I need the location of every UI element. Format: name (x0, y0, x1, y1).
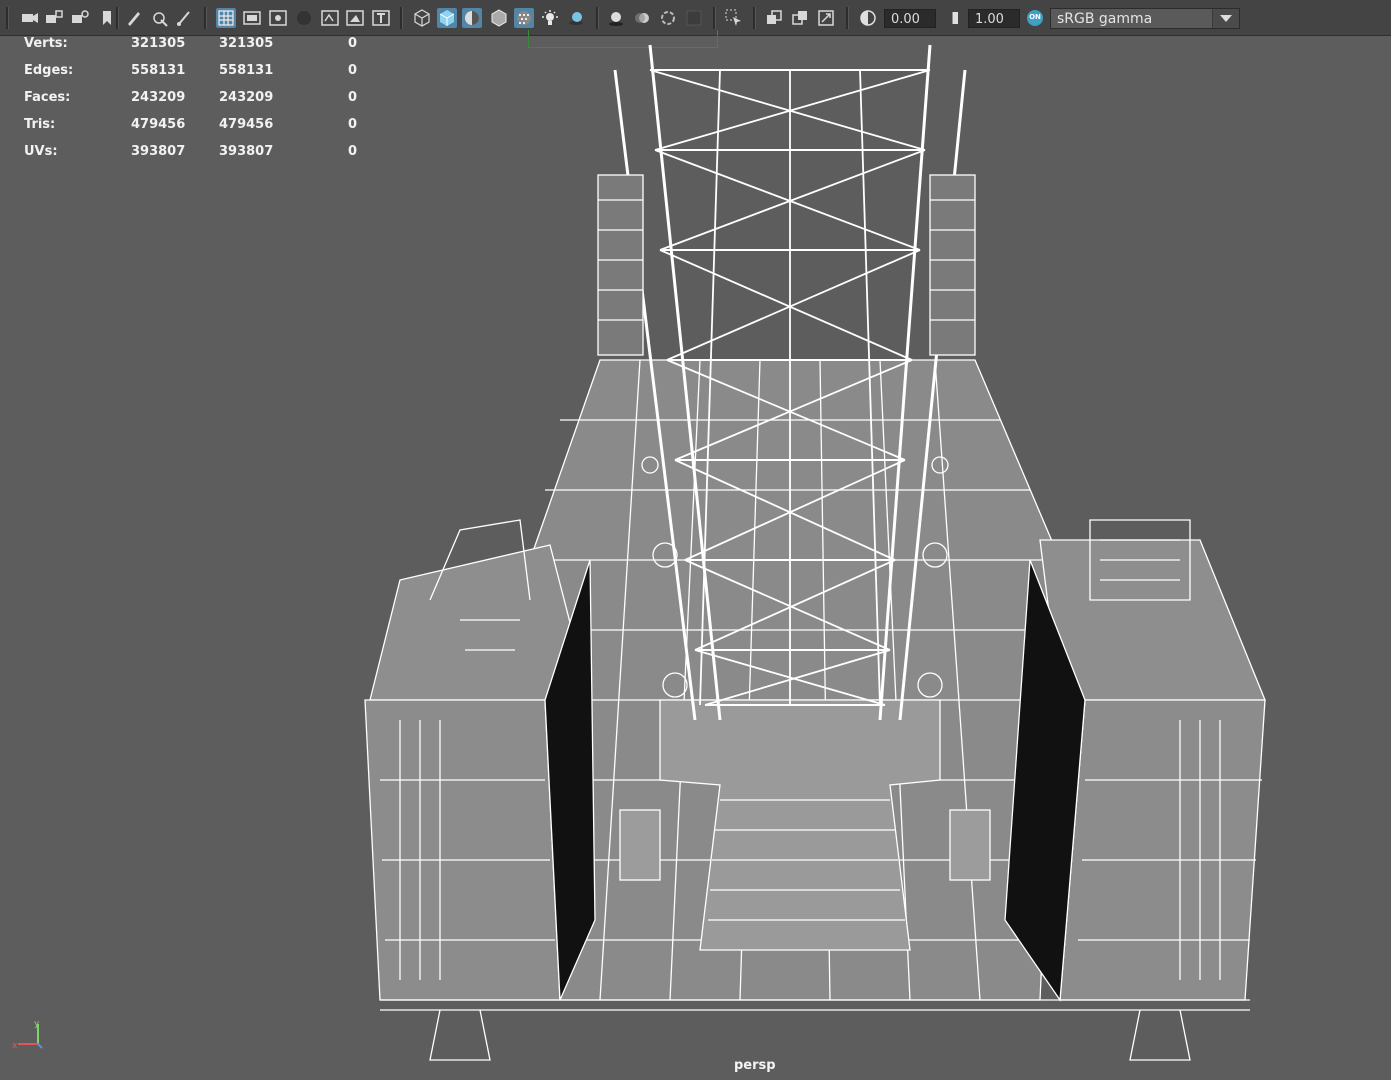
isolate-icon[interactable] (764, 8, 784, 28)
left-tower-module (597, 174, 644, 356)
lights-icon[interactable] (540, 8, 560, 28)
safe-action-icon[interactable] (345, 8, 365, 28)
exposure-field[interactable]: 0.00 (884, 9, 936, 28)
safe-title-icon[interactable] (371, 8, 391, 28)
xray-icon[interactable] (790, 8, 810, 28)
bottom-frame (380, 999, 1250, 1061)
crate-left (619, 809, 661, 881)
shadows-icon[interactable] (566, 8, 586, 28)
crate-right (949, 809, 991, 881)
toolbar-separator (846, 7, 849, 29)
depth-of-field-icon[interactable] (684, 8, 704, 28)
toolbar-separator (400, 7, 403, 29)
left-box-front (364, 699, 561, 1001)
toolbar-separator (753, 7, 756, 29)
field-chart-icon[interactable] (320, 8, 340, 28)
film-gate-icon[interactable] (242, 8, 262, 28)
gate-mask-icon[interactable] (294, 8, 314, 28)
camera-attr-icon[interactable] (70, 8, 90, 28)
toolbar-separator (713, 7, 716, 29)
resolution-gate-icon[interactable] (268, 8, 288, 28)
anti-alias-icon[interactable] (658, 8, 678, 28)
grease-pencil-icon[interactable] (150, 8, 170, 28)
chevron-down-icon[interactable] (1212, 9, 1239, 28)
axis-y-label: y (34, 1019, 40, 1029)
exposure-icon[interactable] (858, 8, 878, 28)
camera-name-label: persp (734, 1058, 776, 1073)
color-management-badge: ON (1029, 13, 1041, 21)
toolbar-separator (204, 7, 207, 29)
color-space-dropdown[interactable]: sRGB gamma (1050, 8, 1240, 29)
motion-blur-icon[interactable] (632, 8, 652, 28)
camera-lock-icon[interactable] (44, 8, 64, 28)
wireframe-icon[interactable] (412, 8, 432, 28)
gamma-icon[interactable] (942, 8, 962, 28)
axis-x-label: x (12, 1041, 18, 1051)
textured-icon[interactable] (514, 8, 534, 28)
select-camera-icon[interactable] (724, 8, 744, 28)
pen-icon[interactable] (124, 8, 144, 28)
camera-icon[interactable] (20, 8, 40, 28)
wireframe-model[interactable] (0, 36, 1391, 1080)
default-material-icon[interactable] (462, 8, 482, 28)
right-box-front (1059, 699, 1266, 1001)
smooth-shade-icon[interactable] (437, 8, 457, 28)
toolbar-separator (596, 7, 599, 29)
grid-icon[interactable] (216, 8, 236, 28)
ambient-occlusion-icon[interactable] (606, 8, 626, 28)
shade-wireframe-icon[interactable] (489, 8, 509, 28)
brush-icon[interactable] (174, 8, 194, 28)
xray-joints-icon[interactable] (816, 8, 836, 28)
right-tower-module (929, 174, 976, 356)
toolbar-grip[interactable] (6, 7, 9, 29)
toolbar-separator (116, 7, 119, 29)
color-space-value: sRGB gamma (1057, 11, 1153, 27)
bookmark-icon[interactable] (97, 8, 117, 28)
axis-gizmo: y x (12, 1019, 43, 1051)
gamma-field[interactable]: 1.00 (968, 9, 1020, 28)
color-management-icon[interactable]: ON (1025, 8, 1045, 28)
